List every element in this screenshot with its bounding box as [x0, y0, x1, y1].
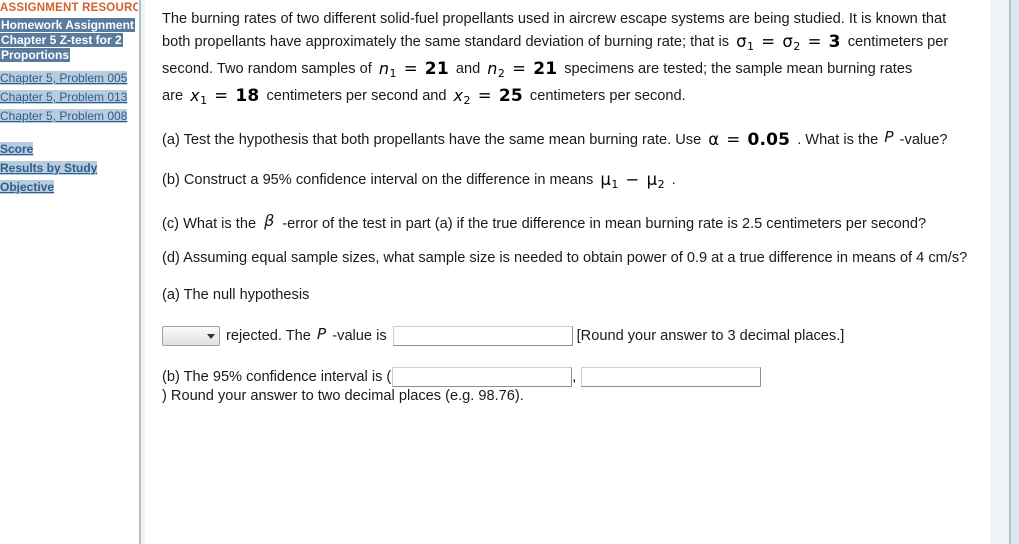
- problem-intro-f: centimeters per second.: [529, 88, 686, 104]
- answer-a-label: (a) The null hypothesis: [162, 287, 310, 303]
- part-a-text-3: -value?: [899, 132, 948, 148]
- sidebar-link-problem-005-label: Chapter 5, Problem 005: [0, 71, 128, 85]
- math-xbar1-equation: x1 = 18: [190, 86, 260, 107]
- problem-part-a: (a) Test the hypothesis that both propel…: [162, 128, 972, 151]
- sidebar-link-results-by-study-label: Results by Study: [0, 161, 98, 175]
- math-mu-difference: μ1 − μ2: [600, 170, 665, 191]
- part-c-text-2: -error of the test in part (a) if the tr…: [282, 216, 927, 232]
- math-p-symbol-answer: P: [316, 325, 327, 343]
- math-n2-equation: n2 = 21: [487, 59, 558, 80]
- math-p-symbol: P: [884, 128, 894, 146]
- sidebar-assignment-title-2: Chapter 5 Z-test for 2: [0, 33, 138, 48]
- sidebar-link-score-label: Score: [0, 142, 34, 156]
- ci-lower-input[interactable]: [392, 367, 573, 387]
- sidebar-heading: ASSIGNMENT RESOURCES: [0, 2, 138, 14]
- sidebar-assignment-title-3: Proportions: [0, 48, 138, 63]
- ci-upper-input[interactable]: [581, 367, 762, 387]
- part-a-text-1: (a) Test the hypothesis that both propel…: [162, 132, 702, 148]
- answer-b-label: (b) The 95% confidence interval is (: [162, 368, 392, 385]
- answer-b-close-text: ) Round your answer to two decimal place…: [162, 388, 524, 404]
- assignment-title-line-1: Homework Assignment: [0, 18, 135, 32]
- chevron-down-icon: [207, 333, 215, 339]
- sidebar-link-problem-008-label: Chapter 5, Problem 008: [0, 109, 128, 123]
- right-outer-gutter: [1011, 0, 1019, 544]
- assignment-title-line-3: Proportions: [0, 48, 70, 62]
- problem-part-c: (c) What is the β -error of the test in pa…: [162, 211, 972, 235]
- sidebar-problem-links: Chapter 5, Problem 005 Chapter 5, Proble…: [0, 63, 138, 197]
- problem-intro-c: and: [455, 61, 481, 77]
- sidebar-assignment-title: Homework Assignment: [0, 18, 138, 33]
- part-b-text-2: .: [671, 172, 676, 188]
- sidebar-link-problem-013-label: Chapter 5, Problem 013: [0, 90, 128, 104]
- part-b-text-1: (b) Construct a 95% confidence interval …: [162, 172, 594, 188]
- part-a-text-2: . What is the: [797, 132, 879, 148]
- math-sigma-equation: σ1 = σ2 = 3: [736, 32, 841, 53]
- answer-a-row: rejected. The P -value is [Round your an…: [162, 325, 972, 347]
- math-alpha-equation: α = 0.05: [708, 130, 791, 150]
- problem-part-d: (d) Assuming equal sample sizes, what sa…: [162, 250, 968, 266]
- sidebar-link-problem-008[interactable]: Chapter 5, Problem 008: [0, 107, 138, 126]
- assignment-resources-sidebar: ASSIGNMENT RESOURCES Homework Assignment…: [0, 0, 138, 544]
- problem-statement: The burning rates of two different solid…: [162, 8, 972, 111]
- problem-part-b: (b) Construct a 95% confidence interval …: [162, 168, 972, 195]
- answer-a-pvalue-text: -value is: [332, 328, 387, 344]
- sidebar-link-score[interactable]: Score: [0, 140, 138, 159]
- math-beta-symbol: β: [264, 211, 275, 230]
- problem-content-pane: The burning rates of two different solid…: [145, 0, 990, 544]
- sidebar-link-problem-005[interactable]: Chapter 5, Problem 005: [0, 69, 138, 88]
- pvalue-input[interactable]: [392, 326, 573, 346]
- answer-a-hint: [Round your answer to 3 decimal places.]: [576, 328, 845, 344]
- sidebar-link-objective[interactable]: Objective: [0, 178, 138, 197]
- math-n1-equation: n1 = 21: [378, 59, 449, 80]
- null-hypothesis-dropdown[interactable]: [162, 326, 220, 346]
- sidebar-link-problem-013[interactable]: Chapter 5, Problem 013: [0, 88, 138, 107]
- answer-b-row: (b) The 95% confidence interval is ( , )…: [162, 367, 972, 406]
- math-xbar2-equation: x2 = 25: [453, 86, 523, 107]
- assignment-title-line-2: Chapter 5 Z-test for 2: [0, 33, 123, 47]
- problem-intro-e: centimeters per second and: [266, 88, 447, 104]
- part-c-text-1: (c) What is the: [162, 216, 257, 232]
- sidebar-link-objective-label: Objective: [0, 180, 55, 194]
- answer-b-comma: ,: [572, 368, 577, 385]
- sidebar-link-results-by-study[interactable]: Results by Study: [0, 159, 138, 178]
- answer-a-rejected-text: rejected. The: [226, 328, 311, 344]
- page-root: ASSIGNMENT RESOURCES Homework Assignment…: [0, 0, 1019, 544]
